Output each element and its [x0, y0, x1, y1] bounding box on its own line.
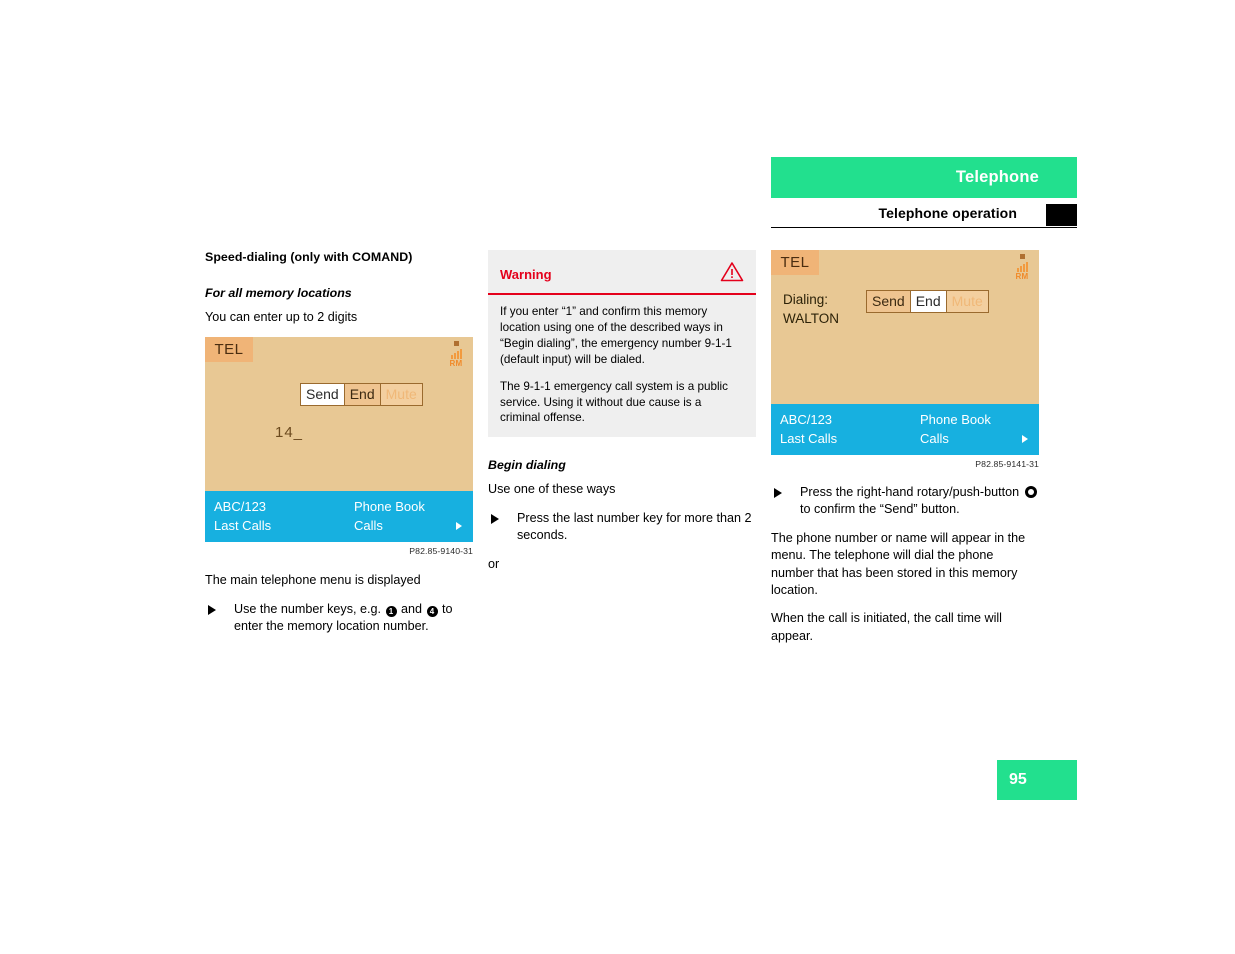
- roaming-label: RM: [1015, 272, 1029, 281]
- lcd-menu-row-2: Last Calls Calls: [214, 516, 464, 535]
- lcd-figure-dialing: TEL RM Dialing: WALTON Send End Mute ABC…: [771, 250, 1039, 455]
- lcd-menu-row-2: Last Calls Calls: [780, 429, 1030, 448]
- warning-body: If you enter “1” and confirm this memory…: [488, 295, 756, 437]
- right-bullet-part1: Press the right-hand rotary/push-button: [800, 485, 1020, 499]
- right-bullet-item: Press the right-hand rotary/push-button …: [771, 484, 1039, 519]
- warning-title: Warning: [500, 266, 552, 282]
- lcd-bottom-menu-bar: ABC/123 Phone Book Last Calls Calls: [205, 491, 473, 543]
- lcd-button-row: Send End Mute: [300, 383, 423, 407]
- right-column: TEL RM Dialing: WALTON Send End Mute ABC…: [771, 250, 1039, 656]
- lcd-mute-button[interactable]: Mute: [380, 384, 422, 406]
- lcd-menu-calls[interactable]: Calls: [920, 429, 949, 448]
- lcd-end-button[interactable]: End: [344, 384, 381, 406]
- lcd-menu-last-calls[interactable]: Last Calls: [780, 429, 837, 448]
- middle-column: Warning If you enter “1” and confirm thi…: [488, 250, 756, 584]
- header-accent-bar: Telephone: [771, 157, 1077, 198]
- lcd-figure-speed-dial-entry: TEL RM Send End Mute 14_ ABC/123 Phone B…: [205, 337, 473, 543]
- lcd-send-button[interactable]: Send: [867, 291, 911, 312]
- lcd-menu-row-1: ABC/123 Phone Book: [214, 497, 464, 516]
- lcd-send-button[interactable]: Send: [301, 384, 345, 406]
- right-paragraph-2: When the call is initiated, the call tim…: [771, 611, 1002, 643]
- lcd-menu-phone-book[interactable]: Phone Book: [354, 497, 425, 516]
- lcd-dialing-label: Dialing:: [783, 292, 829, 307]
- lcd-menu-row-1: ABC/123 Phone Book: [780, 410, 1030, 429]
- header-divider: [771, 227, 1077, 228]
- roaming-label: RM: [449, 359, 463, 369]
- middle-bullet-item: Press the last number key for more than …: [488, 510, 756, 545]
- left-after-figure-text: The main telephone menu is displayed: [205, 573, 421, 588]
- middle-or-text: or: [488, 556, 500, 571]
- number-key-4-icon: 4: [426, 605, 438, 617]
- middle-intro-text: Use one of these ways: [488, 482, 616, 497]
- lcd-dialing-name: WALTON: [783, 311, 840, 326]
- page-title: Telephone: [955, 168, 1039, 186]
- lcd-menu-phone-book[interactable]: Phone Book: [920, 410, 991, 429]
- battery-icon: [453, 341, 459, 347]
- lcd-button-row: Send End Mute: [866, 290, 989, 313]
- bullet-triangle-icon: [208, 604, 216, 615]
- signal-strength-icon: RM: [445, 341, 467, 368]
- warning-header: Warning: [488, 250, 756, 293]
- signal-bars-icon: [445, 347, 467, 360]
- lcd-menu-calls[interactable]: Calls: [354, 516, 383, 535]
- lcd-entered-digits: 14_: [275, 424, 304, 442]
- rotary-push-button-icon: [1024, 486, 1037, 498]
- left-column: Speed-dialing (only with COMAND) For all…: [205, 250, 473, 647]
- left-bullet-part1: Use the number keys, e.g.: [234, 601, 381, 616]
- signal-strength-icon: RM: [1011, 254, 1033, 281]
- right-paragraph-1: The phone number or name will appear in …: [771, 530, 1026, 598]
- left-heading: Speed-dialing (only with COMAND): [205, 250, 413, 264]
- left-bullet-part2: and: [401, 601, 423, 616]
- lcd-mute-button[interactable]: Mute: [946, 291, 988, 312]
- left-intro-text: You can enter up to 2 digits: [205, 310, 358, 324]
- signal-bars-icon: [1011, 260, 1033, 272]
- number-key-1-icon: 1: [385, 605, 397, 617]
- lcd-menu-abc123[interactable]: ABC/123: [214, 497, 266, 516]
- chevron-right-icon: [1022, 434, 1028, 443]
- bullet-triangle-icon: [491, 513, 499, 524]
- right-figure-caption: P82.85-9141-31: [975, 459, 1039, 469]
- lcd-tel-label: TEL: [205, 337, 253, 363]
- warning-box: Warning If you enter “1” and confirm thi…: [488, 250, 756, 438]
- lcd-end-button[interactable]: End: [910, 291, 947, 312]
- warning-triangle-icon: [720, 261, 744, 287]
- page-header: Telephone Telephone operation: [771, 157, 1077, 228]
- header-subtitle-row: Telephone operation: [771, 198, 1077, 227]
- middle-subheading: Begin dialing: [488, 458, 566, 473]
- right-bullet-part2: to confirm the “Send” button.: [800, 502, 960, 517]
- lcd-menu-abc123[interactable]: ABC/123: [780, 410, 832, 429]
- page-number: 95: [1009, 771, 1027, 788]
- lcd-menu-last-calls[interactable]: Last Calls: [214, 516, 271, 535]
- left-bullet-item: Use the number keys, e.g. 1 and 4 to ent…: [205, 601, 473, 636]
- chapter-tab-marker: [1046, 204, 1077, 226]
- battery-icon: [1019, 254, 1025, 259]
- middle-bullet-text: Press the last number key for more than …: [517, 510, 752, 543]
- left-figure-caption: P82.85-9140-31: [409, 546, 473, 557]
- page-number-box: 95: [997, 760, 1077, 800]
- warning-paragraph-1: If you enter “1” and confirm this memory…: [500, 305, 732, 366]
- warning-paragraph-2: The 9-1-1 emergency call system is a pub…: [500, 379, 728, 425]
- lcd-bottom-menu-bar: ABC/123 Phone Book Last Calls Calls: [771, 404, 1039, 455]
- bullet-triangle-icon: [774, 488, 782, 498]
- left-subheading: For all memory locations: [205, 286, 352, 300]
- chevron-right-icon: [456, 521, 462, 530]
- lcd-tel-label: TEL: [771, 250, 819, 275]
